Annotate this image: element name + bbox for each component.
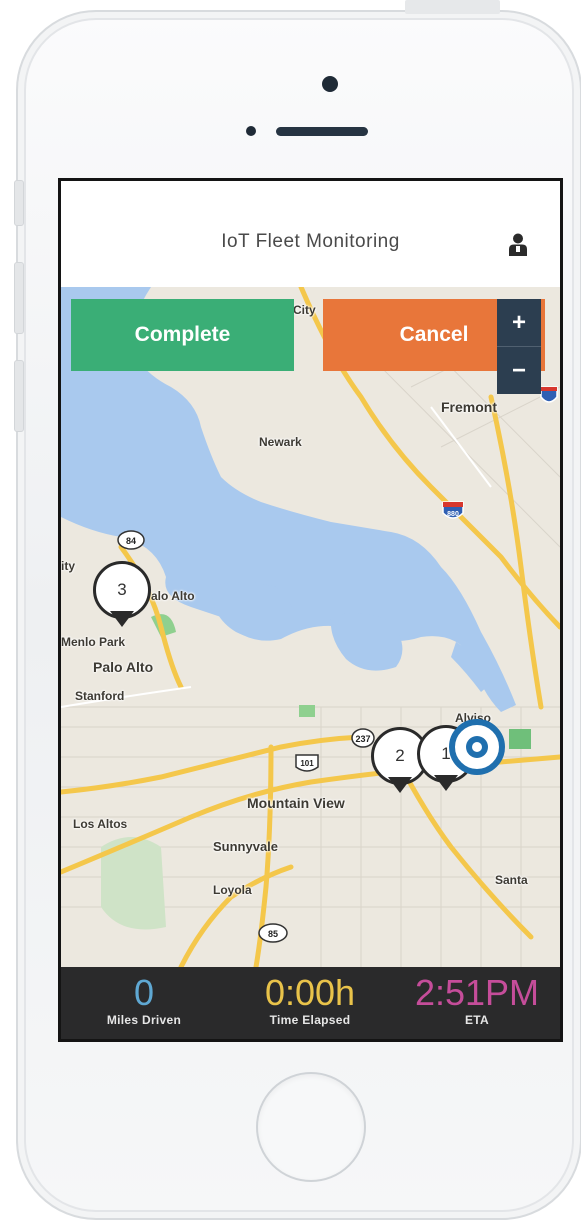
svg-text:880: 880 [447, 511, 459, 518]
place-label-newark: Newark [259, 435, 302, 449]
place-label-city-left: ity [61, 559, 76, 573]
place-label-mountain-view: Mountain View [247, 795, 345, 811]
vehicle-marker-3[interactable]: 3 [93, 561, 151, 627]
miles-driven-label: Miles Driven [106, 1013, 182, 1027]
place-label-sunnyvale: Sunnyvale [213, 839, 279, 854]
place-label-santa: Santa [495, 873, 528, 887]
marker-pin-tail [434, 775, 458, 791]
app-title: IoT Fleet Monitoring [221, 231, 400, 252]
volume-up-button [14, 262, 24, 334]
place-label-palo-alto: Palo Alto [93, 659, 154, 675]
zoom-out-button[interactable]: − [497, 347, 541, 394]
highway-84-shield: 84 [117, 530, 145, 550]
map-view[interactable]: 84 880 101 237 85 Fremont Newark Palo Al… [61, 287, 560, 967]
place-label-city-top: City [293, 303, 316, 317]
proximity-sensor [246, 126, 256, 136]
place-label-los-altos: Los Altos [73, 817, 128, 831]
highway-880-shield: 880 [442, 501, 464, 519]
mute-switch [14, 180, 24, 226]
svg-text:101: 101 [300, 759, 314, 768]
marker-pin-tail [110, 611, 134, 627]
highway-85-shield: 85 [258, 923, 288, 943]
eta-value: 2:51PM [414, 972, 540, 1013]
map-tiles [61, 287, 560, 967]
svg-text:237: 237 [355, 734, 370, 744]
earpiece-speaker [276, 127, 368, 136]
miles-driven-value: 0 [133, 972, 155, 1013]
trip-stats-bar: 0 Miles Driven 0:00h Time Elapsed 2:51PM… [61, 967, 560, 1039]
highway-shield-edge [540, 386, 558, 403]
place-label-fremont: Fremont [441, 399, 497, 415]
eta-label: ETA [464, 1013, 489, 1027]
current-location-icon[interactable] [449, 719, 505, 775]
complete-button[interactable]: Complete [71, 299, 294, 371]
stat-time-elapsed: 0:00h Time Elapsed [227, 972, 393, 1028]
front-camera [322, 76, 338, 92]
app-header: IoT Fleet Monitoring [61, 181, 560, 287]
stat-miles-driven: 0 Miles Driven [61, 972, 227, 1028]
place-label-menlo-park: Menlo Park [61, 635, 126, 649]
home-button[interactable] [256, 1072, 366, 1182]
app-screen: IoT Fleet Monitoring 84 880 101 237 85 F… [58, 178, 563, 1042]
place-label-stanford: Stanford [75, 689, 125, 703]
time-elapsed-label: Time Elapsed [269, 1013, 351, 1027]
stat-eta: 2:51PM ETA [394, 972, 560, 1028]
svg-text:84: 84 [126, 536, 136, 546]
marker-pin-tail [388, 777, 412, 793]
zoom-in-button[interactable]: + [497, 299, 541, 347]
highway-101-shield: 101 [295, 754, 319, 772]
zoom-control: + − [497, 299, 541, 394]
time-elapsed-value: 0:00h [264, 972, 356, 1013]
place-label-loyola: Loyola [213, 883, 252, 897]
user-icon[interactable] [508, 232, 528, 256]
svg-text:85: 85 [268, 929, 278, 939]
volume-down-button [14, 360, 24, 432]
power-button [405, 0, 500, 14]
